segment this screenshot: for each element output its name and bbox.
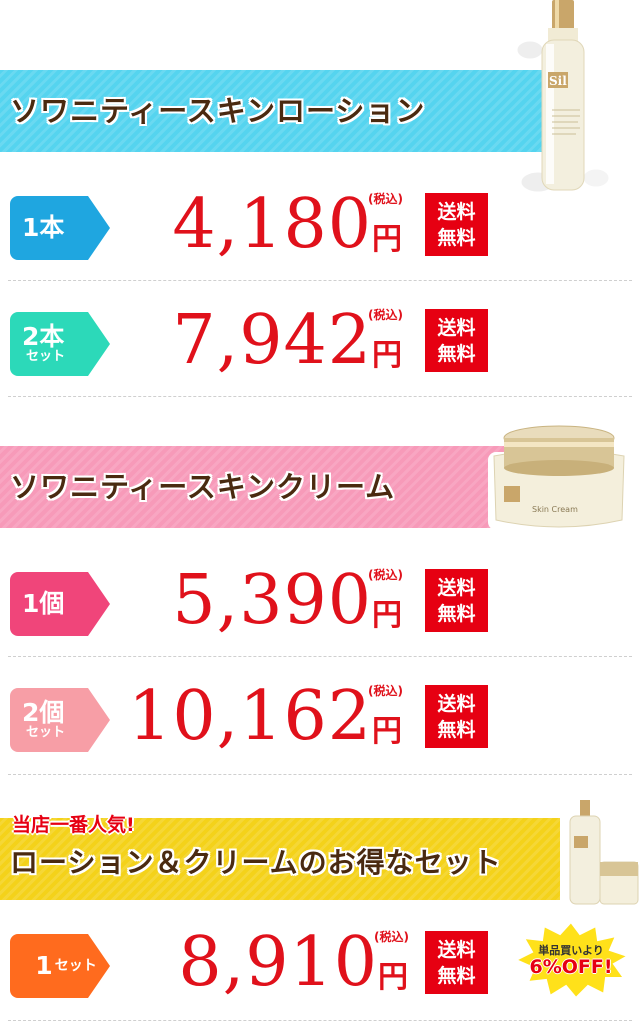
free-shipping-badge: 送料 無料 xyxy=(425,931,488,994)
yen-label: 円 xyxy=(378,960,408,995)
free-shipping-line2: 無料 xyxy=(437,342,476,365)
row-divider xyxy=(8,656,632,657)
price-value: 5,390 xyxy=(172,561,372,640)
row-divider xyxy=(8,774,632,775)
free-shipping-badge: 送料 無料 xyxy=(425,193,488,256)
tax-label: (税込) xyxy=(368,568,403,582)
free-shipping-line2: 無料 xyxy=(437,718,476,741)
yen-label: 円 xyxy=(372,338,402,373)
quantity-label: 2個 xyxy=(22,698,65,727)
tax-label: (税込) xyxy=(374,930,409,944)
quantity-label: 1本 xyxy=(22,213,65,242)
set-label: セット xyxy=(26,725,66,740)
quantity-label: 1個 xyxy=(22,589,65,618)
set-title: ローション＆クリームのお得なセット xyxy=(10,846,502,879)
tax-label: (税込) xyxy=(368,192,403,206)
free-shipping-line2: 無料 xyxy=(437,602,476,625)
discount-line2: 6%OFF! xyxy=(529,956,613,978)
free-shipping-line1: 送料 xyxy=(437,576,476,599)
price-value: 7,942 xyxy=(172,301,372,380)
row-divider xyxy=(8,1020,632,1021)
lotion-title: ソワニティースキンローション xyxy=(10,94,426,128)
lotion-row-1[interactable]: 1本 4,180 (税込) 円 送料 無料 xyxy=(0,172,640,280)
free-shipping-badge: 送料 無料 xyxy=(425,309,488,372)
free-shipping-line1: 送料 xyxy=(437,316,476,339)
free-shipping-line2: 無料 xyxy=(437,964,476,987)
discount-badge: 単品買いより 6%OFF! xyxy=(512,920,630,1000)
lotion-row-2[interactable]: 2本 セット 7,942 (税込) 円 送料 無料 xyxy=(0,288,640,396)
quantity-tag: 1本 xyxy=(10,196,110,260)
set-label: セット xyxy=(26,349,66,364)
free-shipping-badge: 送料 無料 xyxy=(425,685,488,748)
cream-title: ソワニティースキンクリーム xyxy=(10,470,396,504)
price-value: 10,162 xyxy=(128,677,372,756)
price-value: 8,910 xyxy=(178,923,378,1002)
free-shipping-line2: 無料 xyxy=(437,226,476,249)
cream-row-2[interactable]: 2個 セット 10,162 (税込) 円 送料 無料 xyxy=(0,664,640,772)
set-label: セット xyxy=(54,958,97,974)
row-divider xyxy=(8,396,632,397)
yen-label: 円 xyxy=(372,222,402,257)
quantity-tag: 2個 セット xyxy=(10,688,110,752)
set-product-image xyxy=(560,800,640,916)
free-shipping-line1: 送料 xyxy=(437,692,476,715)
quantity-tag: 1 セット xyxy=(10,934,110,998)
quantity-tag: 1個 xyxy=(10,572,110,636)
quantity-label: 2本 xyxy=(22,322,65,351)
cream-label-text: Skin Cream xyxy=(532,505,578,514)
cream-jar-image: Skin Cream xyxy=(484,416,634,540)
price-value: 4,180 xyxy=(172,185,372,264)
free-shipping-line1: 送料 xyxy=(437,938,476,961)
cream-row-1[interactable]: 1個 5,390 (税込) 円 送料 無料 xyxy=(0,548,640,656)
row-divider xyxy=(8,280,632,281)
tax-label: (税込) xyxy=(368,308,403,322)
free-shipping-badge: 送料 無料 xyxy=(425,569,488,632)
yen-label: 円 xyxy=(372,598,402,633)
set-row-1[interactable]: 1 セット 8,910 (税込) 円 送料 無料 単品買いより 6%OFF! xyxy=(0,910,640,1018)
yen-label: 円 xyxy=(372,714,402,749)
quantity-tag: 2本 セット xyxy=(10,312,110,376)
bottle-logo-text: Sil xyxy=(549,74,567,88)
quantity-label: 1 xyxy=(35,951,53,980)
free-shipping-line1: 送料 xyxy=(437,200,476,223)
tax-label: (税込) xyxy=(368,684,403,698)
